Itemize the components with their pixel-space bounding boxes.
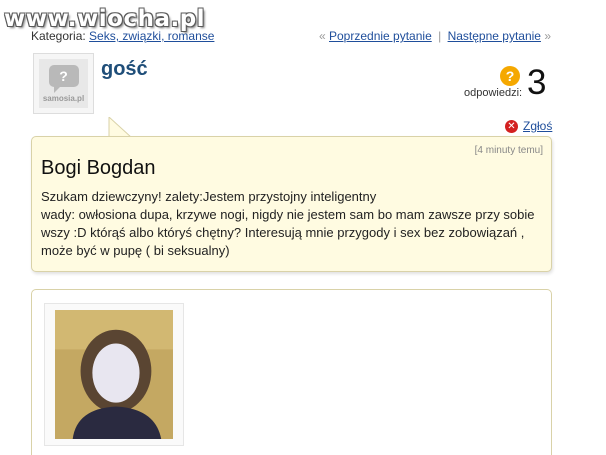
report-link[interactable]: Zgłoś	[523, 119, 552, 133]
question-mark-icon: ?	[500, 66, 520, 86]
answers-label: odpowiedzi:	[464, 87, 523, 99]
prev-arrow: «	[318, 29, 326, 43]
prev-question-link[interactable]: Poprzednie pytanie	[329, 29, 432, 43]
answer-box	[31, 289, 552, 455]
question-body: Szukam dziewczyny! zalety:Jestem przysto…	[41, 188, 541, 260]
x-icon: ✕	[505, 119, 518, 133]
report-button[interactable]: ✕ Zgłoś	[505, 119, 552, 133]
question-box: [4 minuty temu] Bogi Bogdan Szukam dziew…	[31, 136, 552, 272]
avatar[interactable]: ? samosia.pl	[33, 53, 94, 114]
question-time: [4 minuty temu]	[474, 145, 543, 156]
avatar-image: ? samosia.pl	[39, 59, 88, 108]
question-title: Bogi Bogdan	[41, 157, 156, 179]
next-question-link[interactable]: Następne pytanie	[448, 29, 541, 43]
avatar-brand: samosia.pl	[42, 93, 85, 103]
question-body-line1: Szukam dziewczyny! zalety:Jestem przysto…	[41, 189, 377, 204]
question-body-line2: wady: owłosiona dupa, krzywe nogi, nigdy…	[41, 207, 535, 258]
next-arrow: »	[544, 29, 551, 43]
watermark: www.wiocha.pl	[4, 6, 206, 32]
photo-frame[interactable]	[44, 303, 184, 446]
answers-count: 3	[527, 63, 547, 102]
username[interactable]: gość	[101, 58, 148, 81]
speech-bubble-icon: ?	[48, 64, 79, 93]
user-photo	[55, 310, 173, 439]
question-navigation: « Poprzednie pytanie | Następne pytanie …	[319, 29, 551, 43]
nav-separator: |	[438, 29, 442, 43]
